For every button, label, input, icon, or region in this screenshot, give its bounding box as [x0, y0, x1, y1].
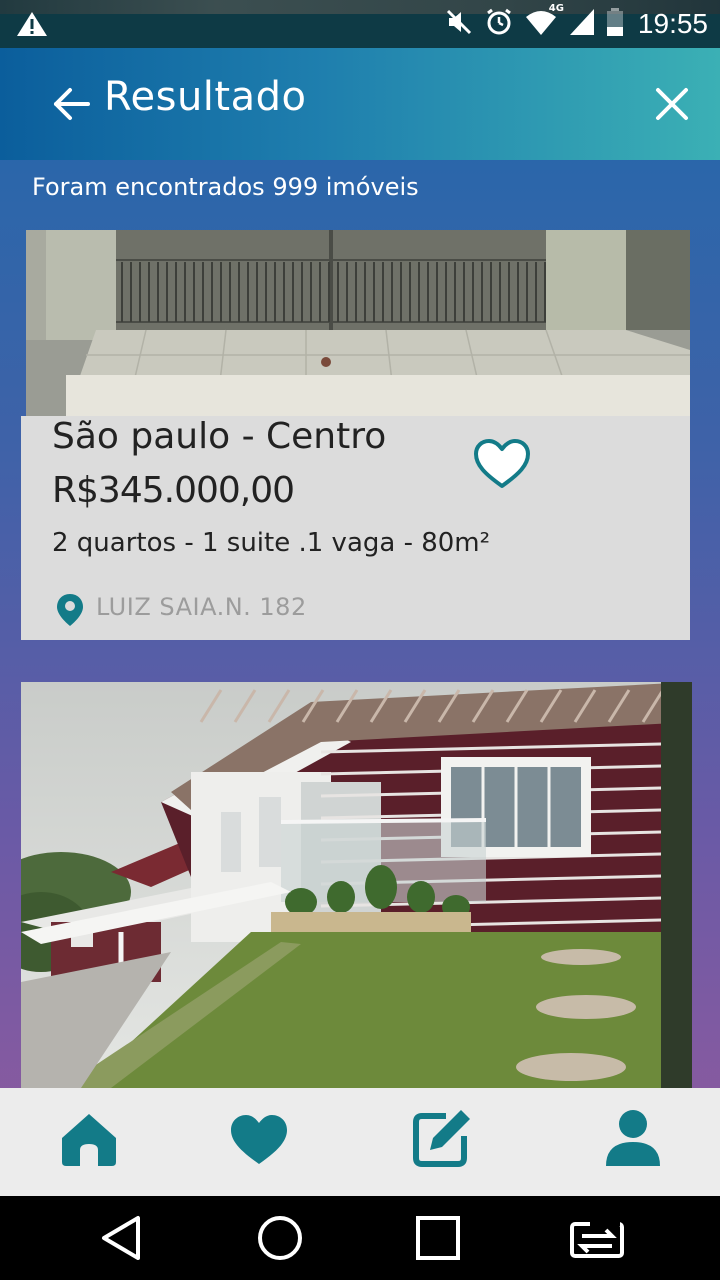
home-icon: [62, 1114, 116, 1166]
warning-icon: [16, 10, 48, 42]
mute-icon: [444, 7, 474, 41]
result-count: Foram encontrados 999 imóveis: [32, 173, 419, 201]
home-circle-icon: [258, 1216, 302, 1260]
wifi-icon: 4G: [524, 3, 564, 41]
nav-edit-button[interactable]: [406, 1104, 476, 1174]
listing-address: LUIZ SAIA.N. 182: [96, 593, 307, 621]
system-navigation: [0, 1196, 720, 1280]
back-triangle-icon: [102, 1216, 140, 1260]
favorite-button[interactable]: [471, 436, 533, 492]
switch-icon: [570, 1218, 624, 1258]
edit-icon: [413, 1110, 470, 1167]
status-time: 19:55: [637, 8, 708, 39]
nav-home-button[interactable]: [54, 1104, 124, 1174]
gate-photo: [26, 230, 690, 416]
user-icon: [606, 1110, 660, 1166]
listing-photo-2[interactable]: [21, 682, 692, 1088]
bottom-navigation: [0, 1088, 720, 1196]
listing-city: São paulo - Centro: [52, 416, 387, 457]
listing-card[interactable]: São paulo - Centro R$345.000,00 2 quarto…: [21, 416, 690, 640]
close-button[interactable]: [650, 82, 694, 126]
house-photo: [21, 682, 692, 1088]
system-back-button[interactable]: [96, 1212, 148, 1264]
nav-favorites-button[interactable]: [224, 1104, 294, 1174]
close-icon: [656, 88, 688, 120]
location-pin-icon: [55, 592, 85, 628]
arrow-left-icon: [54, 88, 90, 120]
system-recents-button[interactable]: [412, 1212, 464, 1264]
heart-icon: [231, 1115, 287, 1164]
status-bar: 4G 19:55: [0, 0, 720, 48]
network-type-label: 4G: [548, 3, 564, 14]
listing-photo[interactable]: [26, 230, 690, 416]
heart-outline-icon: [474, 439, 530, 488]
app-header: Resultado: [0, 48, 720, 160]
recents-square-icon: [416, 1216, 460, 1260]
signal-icon: [568, 7, 596, 41]
listing-price: R$345.000,00: [52, 470, 295, 511]
battery-icon: [606, 7, 624, 41]
system-home-button[interactable]: [254, 1212, 306, 1264]
system-switch-button[interactable]: [568, 1212, 624, 1264]
listing-features: 2 quartos - 1 suite .1 vaga - 80m²: [52, 528, 491, 558]
status-icons: 4G 19:55: [444, 3, 708, 42]
alarm-icon: [484, 7, 514, 41]
page-title: Resultado: [104, 74, 307, 120]
back-button[interactable]: [50, 82, 94, 126]
nav-profile-button[interactable]: [598, 1104, 668, 1174]
